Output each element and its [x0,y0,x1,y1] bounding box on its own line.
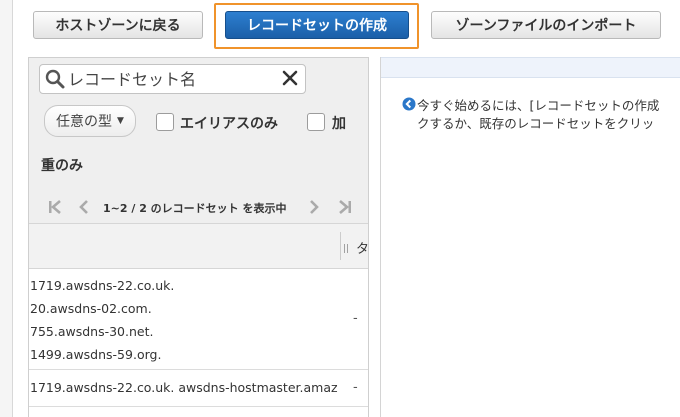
column-divider[interactable] [340,232,341,260]
chevron-down-icon: ▼ [117,116,124,126]
instruction-line: クするか、既存のレコードセットをクリッ [417,116,655,131]
right-panel-border [380,57,381,417]
table-row[interactable]: 1719.awsdns-22.co.uk. awsdns-hostmaster.… [29,370,368,407]
alias-only-label: エイリアスのみ [180,116,278,132]
record-type-select[interactable]: 任意の型 ▼ [44,105,136,137]
pagination: 1~2 / 2 のレコードセット を表示中 [43,198,363,216]
record-set-list-panel: 任意の型 ▼ エイリアスのみ 加 重のみ 1~2 / 2 のレコードセット を表… [28,57,369,417]
filter-area: 任意の型 ▼ エイリアスのみ 加 重のみ 1~2 / 2 のレコードセット を表… [29,58,368,223]
record-value-line: 755.awsdns-30.net. [30,324,154,339]
back-arrow-info-icon [402,97,416,111]
record-value-line: 20.awsdns-02.com. [30,301,152,316]
record-extra-value: - [353,311,358,326]
pagination-status: 1~2 / 2 のレコードセット を表示中 [103,202,287,215]
previous-page-icon[interactable] [77,199,91,215]
back-to-hosted-zones-button[interactable]: ホストゾーンに戻る [33,11,203,39]
record-type-select-label: 任意の型 [56,114,112,130]
record-value-line: 1719.awsdns-22.co.uk. awsdns-hostmaster.… [30,380,338,395]
table-header: タ [29,223,368,269]
weighted-only-checkbox[interactable] [307,113,325,131]
column-header-partial[interactable]: タ [356,238,368,257]
left-edge-strip [0,0,13,417]
weighted-only-label-part2: 重のみ [41,158,83,174]
alias-only-checkbox[interactable] [156,113,174,131]
table-row[interactable]: 1719.awsdns-22.co.uk. 20.awsdns-02.com. … [29,269,368,370]
search-icon [45,69,65,89]
create-record-set-button[interactable]: レコードセットの作成 [225,11,409,39]
import-zone-file-button[interactable]: ゾーンファイルのインポート [431,11,661,39]
record-extra-value: - [353,380,358,395]
right-panel-header [381,57,680,78]
search-box[interactable] [39,64,306,94]
record-value-line: 1719.awsdns-22.co.uk. [30,278,175,293]
clear-icon[interactable] [281,69,299,87]
next-page-icon[interactable] [307,199,321,215]
last-page-icon[interactable] [337,199,353,215]
record-value-line: 1499.awsdns-59.org. [30,347,162,362]
record-set-name-input[interactable] [68,68,278,90]
panel-resize-handle[interactable]: || [343,244,349,254]
weighted-only-label-part1: 加 [332,116,346,132]
first-page-icon[interactable] [47,199,63,215]
getting-started-instructions: 今すぐ始めるには、[レコードセットの作成 クするか、既存のレコードセットをクリッ [417,97,680,133]
instruction-line: 今すぐ始めるには、[レコードセットの作成 [417,98,660,113]
